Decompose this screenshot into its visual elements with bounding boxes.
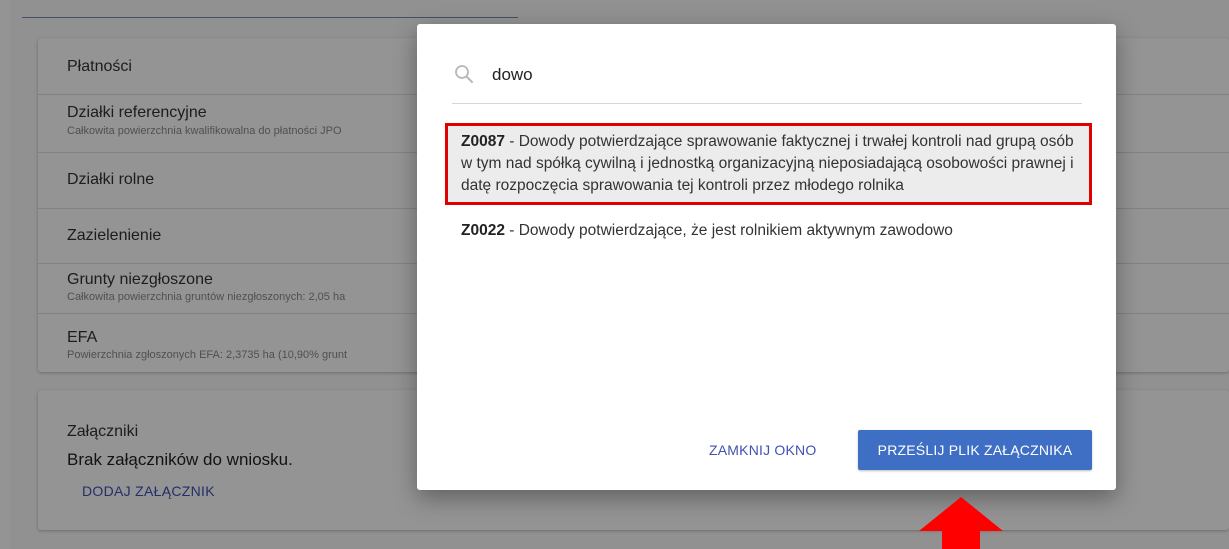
result-item-z0022[interactable]: Z0022 - Dowody potwierdzające, że jest r… [445, 212, 1092, 250]
search-field [452, 58, 1082, 104]
result-description: - Dowody potwierdzające sprawowanie fakt… [461, 133, 1074, 194]
upload-attachment-button[interactable]: PRZEŚLIJ PLIK ZAŁĄCZNIKA [858, 430, 1092, 470]
results-list: Z0087 - Dowody potwierdzające sprawowani… [445, 123, 1092, 250]
search-input[interactable] [492, 60, 1052, 90]
result-description: - Dowody potwierdzające, że jest rolniki… [504, 222, 953, 239]
red-arrow-icon [919, 497, 1003, 549]
search-icon [455, 65, 473, 83]
result-code: Z0022 [461, 222, 505, 239]
attachment-type-dialog: Z0087 - Dowody potwierdzające sprawowani… [417, 24, 1116, 490]
result-code: Z0087 [461, 133, 505, 150]
result-item-z0087[interactable]: Z0087 - Dowody potwierdzające sprawowani… [445, 123, 1092, 205]
close-window-button[interactable]: ZAMKNIJ OKNO [709, 442, 816, 458]
